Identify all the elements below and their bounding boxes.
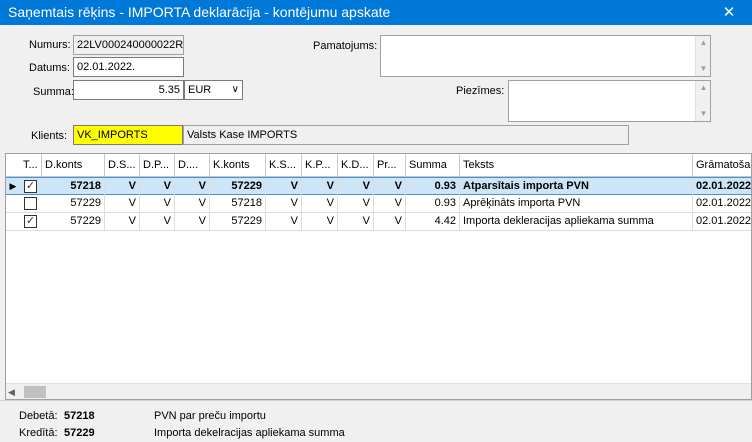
cell-ds: V (105, 195, 140, 212)
numurs-label: Numurs: (29, 39, 71, 51)
debet-account: 57218 (64, 410, 95, 422)
cell-teksts: Aprēķināts importa PVN (460, 195, 693, 212)
cell-k-konts: 57229 (210, 178, 266, 195)
piezimes-scrollbar[interactable]: ▲ ▼ (695, 81, 710, 121)
col-header-teksts[interactable]: Teksts (460, 154, 693, 177)
kredit-description: Importa dekelracijas apliekama summa (154, 427, 345, 439)
cell-kd: V (338, 213, 374, 230)
chevron-down-icon: ∨ (231, 84, 239, 95)
cell-dd: V (175, 178, 210, 195)
close-icon[interactable]: ✕ (706, 0, 752, 25)
table-row[interactable]: 57229 V V V 57218 V V V V 0.93 Aprēķināt… (6, 195, 751, 213)
cell-kp: V (302, 178, 338, 195)
cell-ks: V (266, 195, 302, 212)
pamatojums-scrollbar[interactable]: ▲ ▼ (695, 36, 710, 76)
klients-label: Klients: (31, 130, 68, 142)
cell-ks: V (266, 178, 302, 195)
scroll-down-icon[interactable]: ▼ (696, 107, 711, 121)
posting-summary: Debetā: 57218 PVN par preču importu Kred… (0, 400, 752, 442)
cell-dd: V (175, 213, 210, 230)
window-titlebar: Saņemtais rēķins - IMPORTA deklarācija -… (0, 0, 752, 25)
pamatojums-label: Pamatojums: (313, 40, 378, 52)
col-header-ks[interactable]: K.S... (266, 154, 302, 177)
col-header-dd[interactable]: D.... (175, 154, 210, 177)
col-header-dp[interactable]: D.P... (140, 154, 175, 177)
col-header-d-konts[interactable]: D.konts (42, 154, 105, 177)
cell-gramatosana: 02.01.2022. (693, 213, 751, 230)
table-row[interactable]: ▶ ✓ 57218 V V V 57229 V V V V 0.93 Atpar… (6, 177, 751, 195)
cell-kd: V (338, 178, 374, 195)
summa-field[interactable]: 5.35 (73, 80, 184, 100)
kredit-account: 57229 (64, 427, 95, 439)
currency-select[interactable]: EUR ∨ (184, 80, 243, 100)
cell-ks: V (266, 213, 302, 230)
pamatojums-memo[interactable]: ▲ ▼ (380, 35, 711, 77)
col-header-summa[interactable]: Summa (406, 154, 460, 177)
cell-kp: V (302, 195, 338, 212)
klients-code-field[interactable]: VK_IMPORTS (73, 125, 183, 145)
scroll-up-icon[interactable]: ▲ (696, 36, 711, 50)
cell-dp: V (140, 213, 175, 230)
cell-pr: V (374, 178, 406, 195)
currency-value: EUR (188, 84, 212, 96)
debet-label: Debetā: (19, 410, 58, 422)
piezimes-label: Piezīmes: (456, 85, 505, 97)
scroll-left-icon[interactable]: ◀ (8, 384, 15, 399)
row-checkbox[interactable]: ✓ (24, 180, 37, 193)
cell-gramatosana: 02.01.2022. (693, 195, 751, 212)
cell-teksts: Importa dekleracijas apliekama summa (460, 213, 693, 230)
cell-k-konts: 57218 (210, 195, 266, 212)
cell-teksts: Atparsītais importa PVN (460, 178, 693, 195)
col-header-kp[interactable]: K.P... (302, 154, 338, 177)
scroll-up-icon[interactable]: ▲ (696, 81, 711, 95)
col-header-ds[interactable]: D.S... (105, 154, 140, 177)
cell-gramatosana: 02.01.2022. (693, 178, 751, 195)
cell-summa: 4.42 (406, 213, 460, 230)
table-row[interactable]: ✓ 57229 V V V 57229 V V V V 4.42 Importa… (6, 213, 751, 231)
cell-ds: V (105, 178, 140, 195)
cell-summa: 0.93 (406, 195, 460, 212)
piezimes-memo[interactable]: ▲ ▼ (508, 80, 711, 122)
summa-label: Summa: (33, 86, 74, 98)
cell-kp: V (302, 213, 338, 230)
cell-pr: V (374, 195, 406, 212)
col-header-pr[interactable]: Pr... (374, 154, 406, 177)
cell-d-konts: 57229 (42, 195, 105, 212)
datums-field[interactable]: 02.01.2022. (73, 57, 184, 77)
cell-ds: V (105, 213, 140, 230)
cell-k-konts: 57229 (210, 213, 266, 230)
scrollbar-thumb[interactable] (24, 386, 46, 398)
cell-kd: V (338, 195, 374, 212)
grid-header: T... D.konts D.S... D.P... D.... K.konts… (6, 154, 751, 177)
cell-dd: V (175, 195, 210, 212)
cell-pr: V (374, 213, 406, 230)
window-title: Saņemtais rēķins - IMPORTA deklarācija -… (8, 4, 391, 20)
debet-description: PVN par preču importu (154, 410, 266, 422)
numurs-field[interactable]: 22LV000240000022R5 (73, 35, 184, 55)
grid-horizontal-scrollbar[interactable]: ◀ (6, 383, 751, 399)
cell-dp: V (140, 195, 175, 212)
postings-grid[interactable]: T... D.konts D.S... D.P... D.... K.konts… (5, 153, 752, 400)
cell-d-konts: 57218 (42, 178, 105, 195)
klients-name-field: Valsts Kase IMPORTS (183, 125, 629, 145)
row-indicator-icon: ▶ (9, 181, 17, 191)
cell-dp: V (140, 178, 175, 195)
cell-d-konts: 57229 (42, 213, 105, 230)
col-header-t[interactable]: T... (20, 154, 42, 177)
row-checkbox[interactable]: ✓ (24, 215, 37, 228)
row-checkbox[interactable] (24, 197, 37, 210)
col-header-gramatosana[interactable]: Grāmatošan (693, 154, 751, 177)
datums-label: Datums: (29, 62, 70, 74)
kredit-label: Kredītā: (19, 427, 58, 439)
cell-summa: 0.93 (406, 178, 460, 195)
scroll-down-icon[interactable]: ▼ (696, 62, 711, 76)
col-header-kd[interactable]: K.D... (338, 154, 374, 177)
col-header-k-konts[interactable]: K.konts (210, 154, 266, 177)
